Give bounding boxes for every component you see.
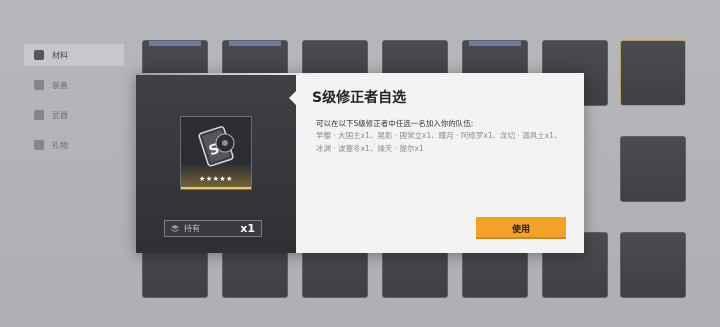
item-preview-pane: S ★★★★★ 持有 x1 (136, 73, 296, 253)
owned-label: 持有 (184, 224, 200, 233)
owned-count: x1 (240, 222, 255, 235)
item-card: S ★★★★★ (180, 116, 252, 190)
selector-card-icon: S (198, 126, 235, 167)
rarity-stars: ★★★★★ (199, 175, 233, 183)
stack-icon (171, 224, 179, 232)
dialog-pointer (289, 91, 296, 105)
item-description: 早樱 · 大国主x1、晃影 · 国常立x1、瞳月 · 阿修罗x1、龙切 · 迦具… (316, 131, 562, 153)
item-detail-dialog: S ★★★★★ 持有 x1 S级修正者自选 可以在以下S级修正者中任选一名加入你… (136, 73, 584, 253)
owned-count-box: 持有 x1 (164, 220, 262, 237)
item-title: S级修正者自选 (312, 90, 407, 106)
item-subtitle: 可以在以下S级修正者中任选一名加入你的队伍: (316, 119, 474, 128)
use-button[interactable]: 使用 (476, 217, 566, 239)
item-info-pane: S级修正者自选 可以在以下S级修正者中任选一名加入你的队伍: 早樱 · 大国主x… (296, 73, 584, 253)
